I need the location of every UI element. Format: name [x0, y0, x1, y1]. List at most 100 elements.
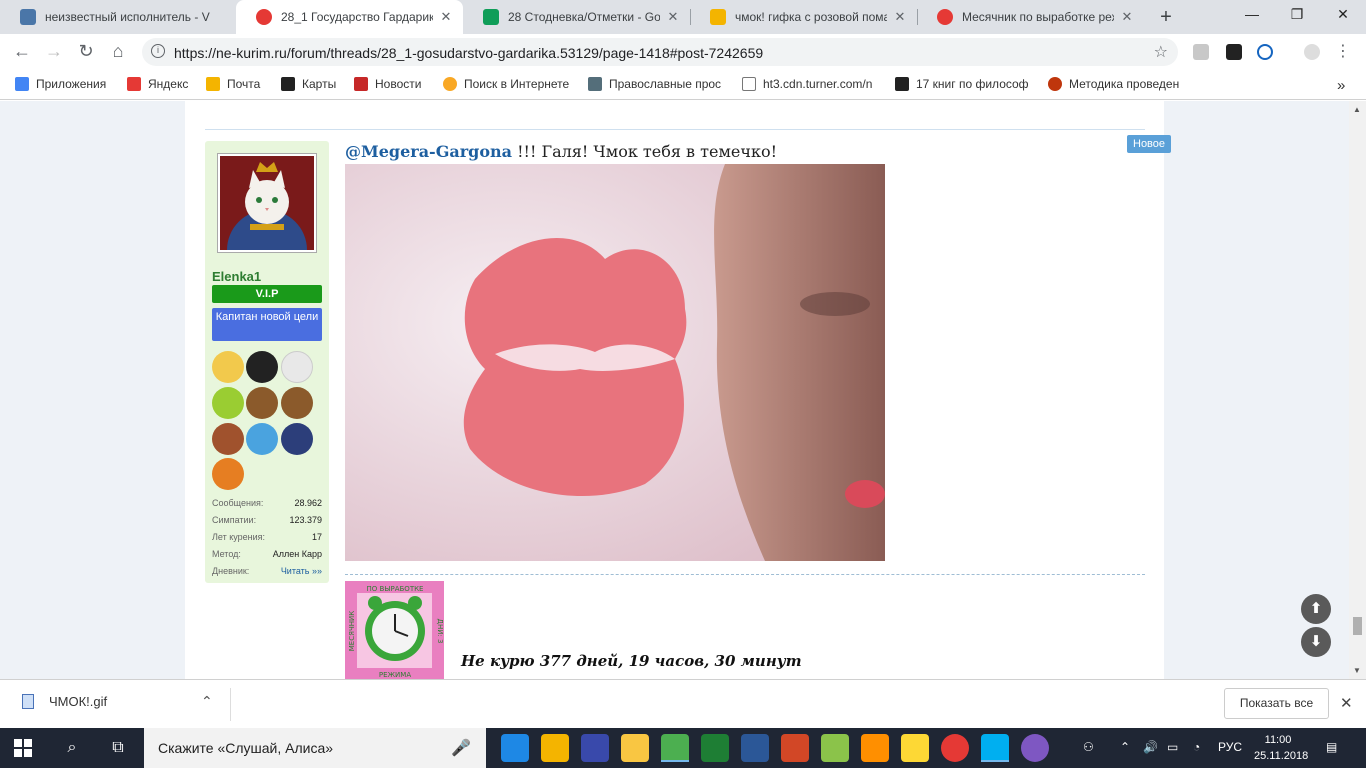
tab-monthly[interactable]: Месячник по выработке реж ✕	[917, 0, 1144, 34]
bookmark-orthodox[interactable]: Православные прос	[588, 77, 721, 91]
tab-vk[interactable]: неизвестный исполнитель - V	[0, 0, 236, 34]
edge-app-icon[interactable]	[501, 734, 529, 762]
bookmark-maps[interactable]: Карты	[281, 77, 336, 91]
home-icon[interactable]: ⌂	[106, 41, 130, 62]
volume-icon[interactable]: 🔊	[1143, 740, 1158, 754]
chrome-app-icon[interactable]	[661, 734, 689, 762]
alice-search-box[interactable]: Скажите «Слушай, Алиса» 🎤	[144, 728, 486, 768]
close-tab-icon[interactable]: ✕	[1120, 9, 1134, 25]
bookmark-method[interactable]: Методика проведен	[1048, 77, 1179, 91]
download-filename: ЧМОК!.gif	[49, 694, 108, 709]
tray-expand-icon[interactable]: ⌃	[1120, 740, 1130, 754]
extension-icon[interactable]	[1257, 44, 1273, 60]
new-post-badge: Новое	[1127, 135, 1172, 153]
address-bar[interactable]: i https://ne-kurim.ru/forum/threads/28_1…	[142, 38, 1178, 66]
close-window-button[interactable]: ✕	[1323, 6, 1363, 23]
task-view-icon[interactable]: ⧉	[107, 737, 129, 759]
avatar[interactable]	[217, 153, 317, 253]
medal-icon[interactable]	[246, 387, 278, 419]
extension-icon[interactable]	[1226, 44, 1242, 60]
skype-app-icon[interactable]	[981, 734, 1009, 762]
windows-taskbar: ⌕ ⧉ Скажите «Слушай, Алиса» 🎤 ⚇ ⌃ 🔊 ▭ ◔ …	[0, 728, 1366, 768]
clock[interactable]: 11:00 25.11.2018	[1254, 732, 1308, 764]
bookmark-search[interactable]: Поиск в Интернете	[443, 77, 569, 91]
medal-icon[interactable]	[212, 458, 244, 490]
vlc-app-icon[interactable]	[861, 734, 889, 762]
scroll-up-button[interactable]: ⬆	[1301, 594, 1331, 624]
word-app-icon[interactable]	[741, 734, 769, 762]
close-download-bar-icon[interactable]: ✕	[1340, 694, 1353, 712]
viber-app-icon[interactable]	[1021, 734, 1049, 762]
windows-start-icon[interactable]	[14, 739, 32, 757]
diary-link[interactable]: Читать »»	[281, 566, 322, 576]
close-tab-icon[interactable]: ✕	[439, 9, 453, 25]
bookmark-news[interactable]: Новости	[354, 77, 421, 91]
monthly-regime-clock-image[interactable]: ПО ВЫРАБОТКЕ РЕЖИМА МЕСЯЧНИК ДНИ: 3	[345, 581, 444, 679]
battery-icon[interactable]: ▭	[1167, 740, 1178, 754]
yandex-extension-icon[interactable]	[1193, 44, 1209, 60]
divider	[230, 688, 231, 721]
tab-gif-search[interactable]: чмок! гифка с розовой помад ✕	[690, 0, 917, 34]
opera-app-icon[interactable]	[941, 734, 969, 762]
profile-icon[interactable]	[1304, 44, 1320, 60]
vertical-scrollbar[interactable]: ▲ ▼	[1349, 101, 1366, 679]
medal-icon[interactable]	[212, 387, 244, 419]
bookmark-books[interactable]: 17 книг по философ	[895, 77, 1029, 91]
network-icon[interactable]: ◔	[1193, 740, 1200, 754]
download-item[interactable]: ЧМОК!.gif	[22, 694, 107, 709]
medal-icon[interactable]	[281, 351, 313, 383]
show-all-button[interactable]: Показать все	[1224, 688, 1329, 719]
bookmarks-overflow-button[interactable]: »	[1337, 77, 1345, 94]
bookmark-apps[interactable]: Приложения	[15, 77, 106, 91]
scroll-down-button[interactable]: ⬇	[1301, 627, 1331, 657]
close-tab-icon[interactable]: ✕	[893, 9, 907, 25]
minimize-button[interactable]: —	[1232, 6, 1272, 22]
medal-icon[interactable]	[281, 387, 313, 419]
menu-dots-icon[interactable]: ⋮	[1331, 41, 1355, 61]
restore-button[interactable]: ❐	[1277, 6, 1317, 23]
scroll-down-arrow-icon[interactable]: ▼	[1353, 666, 1361, 675]
notifications-icon[interactable]: ▤	[1326, 740, 1337, 754]
chevron-up-icon[interactable]: ⌃	[201, 693, 213, 710]
bookmark-star-icon[interactable]: ☆	[1154, 42, 1168, 62]
new-tab-button[interactable]: +	[1156, 6, 1176, 29]
download-bar: ЧМОК!.gif ⌃ Показать все ✕	[0, 679, 1366, 728]
reload-icon[interactable]: ↻	[74, 41, 98, 62]
url-text[interactable]: https://ne-kurim.ru/forum/threads/28_1-g…	[174, 45, 763, 61]
medal-icon[interactable]	[212, 351, 244, 383]
microphone-icon[interactable]: 🎤	[451, 738, 471, 758]
medal-icon[interactable]	[246, 351, 278, 383]
bookmarks-bar: Приложения Яндекс Почта Карты Новости По…	[0, 70, 1366, 100]
people-icon[interactable]: ⚇	[1083, 740, 1094, 754]
username[interactable]: Elenka1	[212, 269, 261, 284]
bookmark-yandex[interactable]: Яндекс	[127, 77, 188, 91]
tab-forum[interactable]: 28_1 Государство Гардарика | ✕	[236, 0, 463, 34]
stat-method: Метод: Аллен Карр	[212, 549, 322, 559]
medal-icon[interactable]	[281, 423, 313, 455]
forward-arrow-icon[interactable]: →	[42, 41, 66, 62]
medal-icon[interactable]	[212, 423, 244, 455]
powerpoint-app-icon[interactable]	[781, 734, 809, 762]
close-tab-icon[interactable]: ✕	[666, 9, 680, 25]
search-icon[interactable]: ⌕	[61, 737, 83, 759]
language-indicator[interactable]: РУС	[1218, 740, 1242, 754]
medal-icon[interactable]	[246, 423, 278, 455]
bookmark-turner[interactable]: ht3.cdn.turner.com/n	[742, 77, 872, 91]
file-explorer-icon[interactable]	[621, 734, 649, 762]
paint-app-icon[interactable]	[821, 734, 849, 762]
scroll-up-arrow-icon[interactable]: ▲	[1353, 105, 1361, 114]
tab-title: чмок! гифка с розовой помад	[735, 10, 887, 24]
clock-image-bottom-text: РЕЖИМА	[379, 671, 411, 679]
bookmark-mail[interactable]: Почта	[206, 77, 260, 91]
mail-icon	[206, 77, 220, 91]
save-app-icon[interactable]	[581, 734, 609, 762]
kiss-gif-image[interactable]	[345, 164, 885, 561]
store-app-icon[interactable]	[541, 734, 569, 762]
excel-app-icon[interactable]	[701, 734, 729, 762]
back-arrow-icon[interactable]: ←	[10, 41, 34, 62]
user-mention-link[interactable]: @Megera-Gargona	[345, 142, 512, 161]
scrollbar-thumb[interactable]	[1353, 617, 1362, 635]
tab-sheets[interactable]: 28 Стодневка/Отметки - Goo ✕	[463, 0, 690, 34]
info-icon[interactable]: i	[151, 44, 165, 58]
app-icon[interactable]	[901, 734, 929, 762]
